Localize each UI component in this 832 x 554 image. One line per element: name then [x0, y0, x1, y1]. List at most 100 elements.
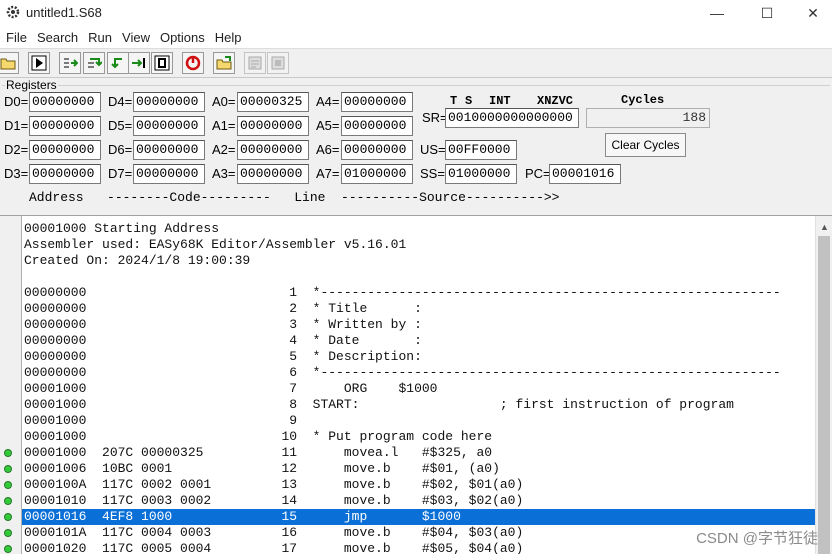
breakpoint-dot-icon[interactable]	[4, 513, 12, 521]
listing-row-text: 00000000 4 * Date :	[24, 333, 422, 348]
label-a5: A5=	[316, 118, 340, 133]
label-d3: D3=	[4, 166, 29, 181]
listing-row-text: 00001020 117C 0005 0004 17 move.b #$05, …	[24, 541, 524, 554]
register-a1[interactable]: 00000000	[237, 116, 309, 136]
menu-search[interactable]: Search	[33, 30, 82, 45]
listing-row[interactable]: 00000000 6 *----------------------------…	[22, 365, 816, 381]
trace-into-button[interactable]	[83, 52, 105, 74]
register-a3[interactable]: 00000000	[237, 164, 309, 184]
pause-button[interactable]	[151, 52, 173, 74]
breakpoint-dot-icon[interactable]	[4, 449, 12, 457]
listing-row-text: 00000000 5 * Description:	[24, 349, 422, 364]
menu-bar: File Search Run View Options Help	[0, 26, 832, 48]
listing-row[interactable]: 00001000 Starting Address	[22, 221, 816, 237]
toolbar	[0, 48, 832, 78]
menu-run[interactable]: Run	[84, 30, 116, 45]
menu-options[interactable]: Options	[156, 30, 209, 45]
listing-row[interactable]: 00001000 207C 00000325 11 movea.l #$325,…	[4, 445, 816, 461]
listing-row[interactable]: Created On: 2024/1/8 19:00:39	[22, 253, 816, 269]
listing-row[interactable]: 0000100A 117C 0002 0001 13 move.b #$02, …	[4, 477, 816, 493]
register-a5[interactable]: 00000000	[341, 116, 413, 136]
register-a2[interactable]: 00000000	[237, 140, 309, 160]
listing-row[interactable]: 00000000 5 * Description:	[22, 349, 816, 365]
close-button[interactable]: ✕	[790, 0, 832, 26]
label-a3: A3=	[212, 166, 236, 181]
label-d2: D2=	[4, 142, 29, 157]
watermark: CSDN @字节狂徒	[696, 530, 818, 547]
sr-header-s: S	[465, 94, 473, 108]
run-to-cursor-button[interactable]	[128, 52, 150, 74]
minimize-button[interactable]: —	[694, 0, 740, 26]
listing-row[interactable]: Assembler used: EASy68K Editor/Assembler…	[22, 237, 816, 253]
register-a4[interactable]: 00000000	[341, 92, 413, 112]
maximize-button[interactable]: ☐	[744, 0, 790, 26]
menu-help[interactable]: Help	[211, 30, 246, 45]
register-a0[interactable]: 00000325	[237, 92, 309, 112]
register-pc[interactable]: 00001016	[549, 164, 621, 184]
register-ss[interactable]: 01000000	[445, 164, 517, 184]
listing-row-text: 00001000 8 START: ; first instruction of…	[24, 397, 734, 412]
scrollbar-thumb[interactable]	[818, 236, 830, 554]
menu-view[interactable]: View	[118, 30, 154, 45]
log-start-icon	[248, 56, 262, 70]
register-d1[interactable]: 00000000	[29, 116, 101, 136]
breakpoint-dot-icon[interactable]	[4, 545, 12, 553]
listing-row[interactable]: 00001000 9	[22, 413, 816, 429]
register-d6[interactable]: 00000000	[133, 140, 205, 160]
log-stop-button[interactable]	[267, 52, 289, 74]
cycles-label: Cycles	[621, 93, 665, 107]
registers-group-border	[2, 85, 830, 86]
register-d4[interactable]: 00000000	[133, 92, 205, 112]
register-d2[interactable]: 00000000	[29, 140, 101, 160]
reset-button[interactable]	[182, 52, 204, 74]
breakpoint-dot-icon[interactable]	[4, 481, 12, 489]
listing-row[interactable]: 00001000 10 * Put program code here	[22, 429, 816, 445]
listing-row[interactable]: 00001000 8 START: ; first instruction of…	[22, 397, 816, 413]
step-over-button[interactable]	[59, 52, 81, 74]
menu-file[interactable]: File	[2, 30, 31, 45]
listing-row-text: 00001000 10 * Put program code here	[24, 429, 493, 444]
listing-row-text: 00001016 4EF8 1000 15 jmp $1000	[24, 509, 461, 524]
label-d1: D1=	[4, 118, 29, 133]
register-a7[interactable]: 01000000	[341, 164, 413, 184]
label-ss: SS=	[420, 166, 445, 181]
log-start-button[interactable]	[244, 52, 266, 74]
listing-row-text: 00001000 9	[24, 413, 298, 428]
listing-row[interactable]: 00001000 7 ORG $1000	[22, 381, 816, 397]
breakpoint-dot-icon[interactable]	[4, 465, 12, 473]
listing-row[interactable]: 00000000 1 *----------------------------…	[22, 285, 816, 301]
listing-lines: 00001000 Starting Address Assembler used:…	[4, 221, 816, 554]
scroll-up-arrow-icon[interactable]: ▲	[820, 222, 829, 232]
label-pc: PC=	[525, 166, 551, 181]
cycles-value: 188	[586, 108, 710, 128]
vertical-scrollbar[interactable]: ▲	[815, 216, 832, 554]
step-out-button[interactable]	[107, 52, 129, 74]
register-d0[interactable]: 00000000	[29, 92, 101, 112]
listing-row[interactable]: 00001010 117C 0003 0002 14 move.b #$03, …	[4, 493, 816, 509]
listing-row[interactable]	[22, 269, 816, 285]
register-d7[interactable]: 00000000	[133, 164, 205, 184]
open-file-button[interactable]	[0, 52, 19, 74]
listing-row[interactable]: 00000000 2 * Title :	[22, 301, 816, 317]
app-gear-icon	[6, 5, 20, 19]
breakpoint-dot-icon[interactable]	[4, 529, 12, 537]
listing-row[interactable]: 00000000 3 * Written by :	[22, 317, 816, 333]
run-button[interactable]	[28, 52, 50, 74]
register-d5[interactable]: 00000000	[133, 116, 205, 136]
listing-row-current[interactable]: 00001016 4EF8 1000 15 jmp $1000	[4, 509, 816, 525]
sr-header-t: T	[450, 94, 458, 108]
sr-header-int: INT	[489, 94, 511, 108]
reload-button[interactable]	[213, 52, 235, 74]
register-d3[interactable]: 00000000	[29, 164, 101, 184]
listing-row[interactable]: 00001006 10BC 0001 12 move.b #$01, (a0)	[4, 461, 816, 477]
register-a6[interactable]: 00000000	[341, 140, 413, 160]
register-sr[interactable]: 0010000000000000	[445, 108, 579, 128]
listing-panel[interactable]: 00001000 Starting Address Assembler used:…	[0, 215, 832, 554]
label-a1: A1=	[212, 118, 236, 133]
label-sr: SR=	[422, 110, 448, 125]
breakpoint-dot-icon[interactable]	[4, 497, 12, 505]
clear-cycles-button[interactable]: Clear Cycles	[605, 133, 686, 157]
register-us[interactable]: 00FF0000	[445, 140, 517, 160]
listing-row-text: 00000000 1 *----------------------------…	[24, 285, 781, 300]
listing-row[interactable]: 00000000 4 * Date :	[22, 333, 816, 349]
